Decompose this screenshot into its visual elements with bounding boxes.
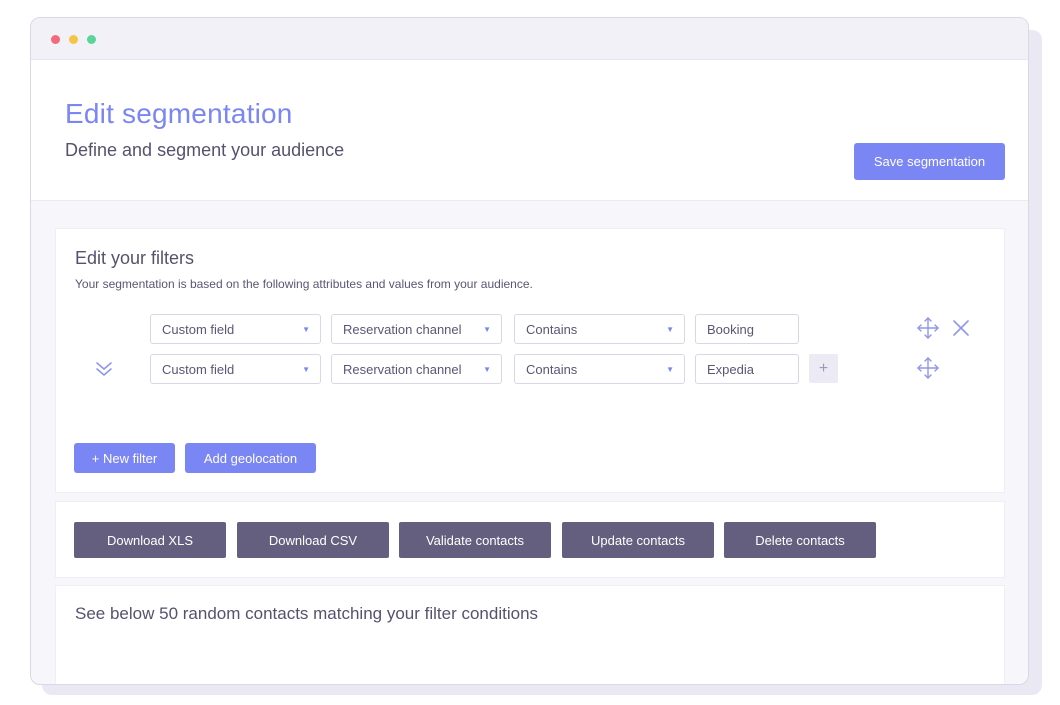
move-icon[interactable] [917, 357, 939, 379]
filter-row-2-operator-select[interactable]: Contains ▼ [514, 354, 685, 384]
filter-row-1-attribute-value: Reservation channel [343, 321, 462, 337]
filter-row-1-value-input[interactable]: Booking [695, 314, 799, 344]
page-title: Edit segmentation [65, 98, 293, 129]
filter-row-2-operator-value: Contains [526, 361, 578, 377]
filters-title: Edit your filters [75, 248, 195, 268]
minimize-window-button[interactable] [69, 35, 78, 44]
filters-description: Your segmentation is based on the follow… [75, 277, 533, 291]
close-window-button[interactable] [51, 35, 60, 44]
contacts-card: See below 50 random contacts matching yo… [55, 585, 1005, 684]
delete-contacts-button[interactable]: Delete contacts [724, 522, 876, 558]
new-filter-button[interactable]: + New filter [74, 443, 175, 473]
actions-card: Download XLS Download CSV Validate conta… [55, 501, 1005, 578]
maximize-window-button[interactable] [87, 35, 96, 44]
filter-row-1-value-text: Booking [707, 321, 754, 337]
filter-row-2-type-value: Custom field [162, 361, 235, 377]
download-xls-button[interactable]: Download XLS [74, 522, 226, 558]
contacts-caption: See below 50 random contacts matching yo… [75, 604, 539, 623]
add-value-button[interactable]: + [809, 354, 838, 383]
filter-row-1-type-select[interactable]: Custom field ▼ [150, 314, 321, 344]
validate-contacts-button[interactable]: Validate contacts [399, 522, 551, 558]
dropdown-arrow-icon: ▼ [302, 365, 310, 374]
filter-row-1-operator-select[interactable]: Contains ▼ [514, 314, 685, 344]
filter-row-2-value-text: Expedia [707, 361, 754, 377]
download-csv-button[interactable]: Download CSV [237, 522, 389, 558]
filter-row-1-operator-value: Contains [526, 321, 578, 337]
dropdown-arrow-icon: ▼ [666, 365, 674, 374]
chevrons-down-icon[interactable] [94, 359, 114, 379]
save-segmentation-button[interactable]: Save segmentation [854, 143, 1005, 180]
dropdown-arrow-icon: ▼ [483, 365, 491, 374]
filter-row-2-attribute-select[interactable]: Reservation channel ▼ [331, 354, 502, 384]
move-icon[interactable] [917, 317, 939, 339]
filter-row-2-type-select[interactable]: Custom field ▼ [150, 354, 321, 384]
app-window: Edit segmentation Define and segment you… [30, 17, 1029, 685]
filters-card: Edit your filters Your segmentation is b… [55, 228, 1005, 493]
title-bar [31, 18, 1028, 60]
close-icon[interactable] [952, 319, 970, 337]
update-contacts-button[interactable]: Update contacts [562, 522, 714, 558]
filter-row-2-attribute-value: Reservation channel [343, 361, 462, 377]
filter-row-1-type-value: Custom field [162, 321, 235, 337]
page-subtitle: Define and segment your audience [65, 140, 345, 160]
filter-row-2-value-input[interactable]: Expedia [695, 354, 799, 384]
dropdown-arrow-icon: ▼ [302, 325, 310, 334]
dropdown-arrow-icon: ▼ [666, 325, 674, 334]
dropdown-arrow-icon: ▼ [483, 325, 491, 334]
add-geolocation-button[interactable]: Add geolocation [185, 443, 316, 473]
page-header: Edit segmentation Define and segment you… [31, 60, 1028, 201]
filter-row-1-attribute-select[interactable]: Reservation channel ▼ [331, 314, 502, 344]
